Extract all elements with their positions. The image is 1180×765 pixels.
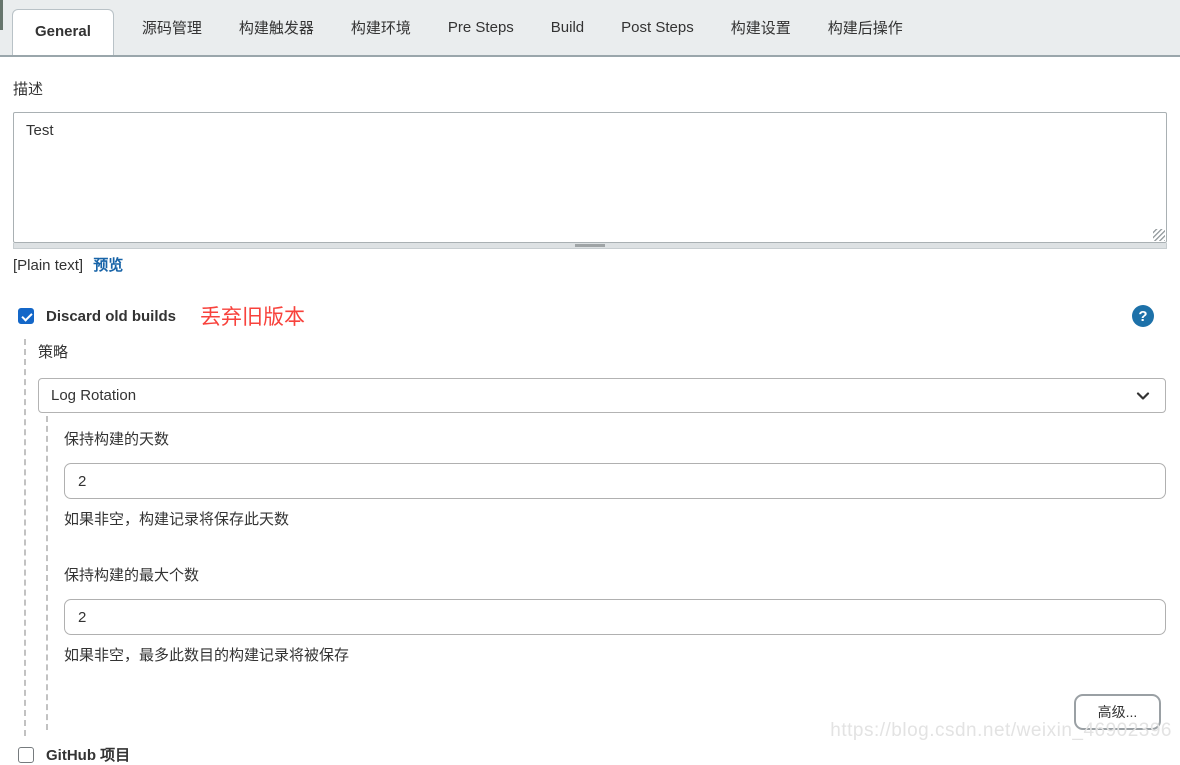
help-icon[interactable]: ? (1132, 305, 1154, 327)
advanced-row: 高级... (64, 694, 1167, 730)
format-note: [Plain text] (13, 257, 83, 274)
strategy-selected-value: Log Rotation (51, 387, 1135, 404)
tab-build-settings[interactable]: 构建设置 (731, 17, 791, 38)
max-builds-help: 如果非空，最多此数目的构建记录将被保存 (64, 644, 1167, 665)
tab-build-triggers[interactable]: 构建触发器 (239, 17, 314, 38)
strategy-select[interactable]: Log Rotation (38, 378, 1166, 413)
preview-link[interactable]: 预览 (93, 257, 123, 274)
description-textarea[interactable]: Test (13, 112, 1167, 243)
max-builds-input[interactable] (64, 599, 1166, 635)
github-project-checkbox[interactable] (18, 747, 34, 763)
discard-old-builds-label[interactable]: Discard old builds (46, 308, 176, 325)
strategy-label: 策略 (38, 339, 1167, 362)
screen-edge-artifact (0, 0, 3, 30)
github-project-label[interactable]: GitHub 项目 (46, 744, 130, 765)
discard-old-builds-section: 策略 Log Rotation 保持构建的天数 如果非空，构建记录将保存此天数 … (24, 339, 1167, 736)
tab-general[interactable]: General (12, 9, 114, 55)
advanced-button[interactable]: 高级... (1074, 694, 1161, 730)
discard-old-builds-checkbox[interactable] (18, 308, 34, 324)
days-to-keep-label: 保持构建的天数 (64, 426, 1167, 449)
github-project-row: GitHub 项目 (13, 744, 1167, 765)
general-config-panel: 描述 Test [Plain text] 预览 Discard old buil… (0, 78, 1180, 765)
max-builds-label: 保持构建的最大个数 (64, 562, 1167, 585)
drag-grip-icon (575, 244, 605, 247)
tab-post-steps[interactable]: Post Steps (621, 19, 694, 36)
tab-build-environment[interactable]: 构建环境 (351, 17, 411, 38)
description-label: 描述 (13, 78, 1167, 99)
log-rotation-section: 保持构建的天数 如果非空，构建记录将保存此天数 保持构建的最大个数 如果非空，最… (46, 416, 1167, 730)
days-to-keep-input[interactable] (64, 463, 1166, 499)
textarea-resize-handle[interactable] (13, 243, 1167, 249)
tab-pre-steps[interactable]: Pre Steps (448, 19, 514, 36)
config-tabbar: General 源码管理 构建触发器 构建环境 Pre Steps Build … (0, 0, 1180, 57)
tab-post-build-actions[interactable]: 构建后操作 (828, 17, 903, 38)
tab-source-code-management[interactable]: 源码管理 (142, 17, 202, 38)
discard-old-builds-row: Discard old builds 丢弃旧版本 ? (13, 301, 1167, 331)
tab-build[interactable]: Build (551, 19, 584, 36)
description-textarea-wrap: Test (13, 112, 1167, 243)
days-to-keep-help: 如果非空，构建记录将保存此天数 (64, 508, 1167, 529)
description-format-line: [Plain text] 预览 (13, 254, 1167, 275)
red-annotation-text: 丢弃旧版本 (200, 301, 305, 331)
chevron-down-icon (1135, 388, 1151, 404)
